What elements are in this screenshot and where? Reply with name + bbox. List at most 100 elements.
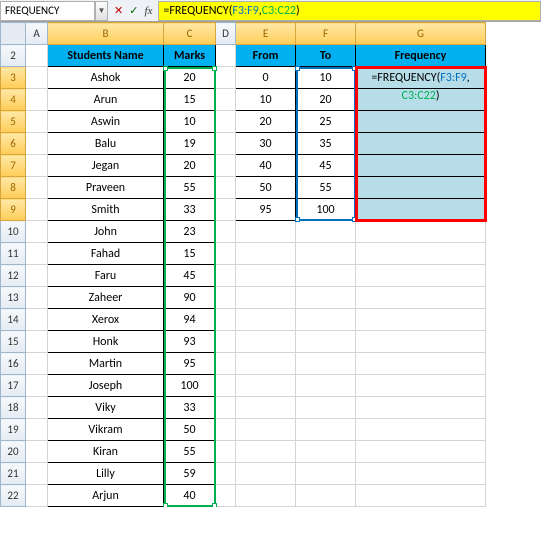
cell-E8[interactable]: 50 <box>236 177 296 199</box>
cell-F11[interactable] <box>296 243 356 265</box>
cell-D16[interactable] <box>216 353 236 375</box>
cell-D10[interactable] <box>216 221 236 243</box>
cell-D4[interactable] <box>216 89 236 111</box>
cell-E14[interactable] <box>236 309 296 331</box>
cell-E4[interactable]: 10 <box>236 89 296 111</box>
cell-D7[interactable] <box>216 155 236 177</box>
cell-E17[interactable] <box>236 375 296 397</box>
cell-A16[interactable] <box>26 353 48 375</box>
row-header-4[interactable]: 4 <box>1 89 26 111</box>
row-header-16[interactable]: 16 <box>1 353 26 375</box>
cell-E10[interactable] <box>236 221 296 243</box>
cell-C10[interactable]: 23 <box>164 221 216 243</box>
cell-A18[interactable] <box>26 397 48 419</box>
cell-E12[interactable] <box>236 265 296 287</box>
cell-G20[interactable] <box>356 441 486 463</box>
cell-D19[interactable] <box>216 419 236 441</box>
cell-E21[interactable] <box>236 463 296 485</box>
cell-A22[interactable] <box>26 485 48 507</box>
cell-F17[interactable] <box>296 375 356 397</box>
cell-G10[interactable] <box>356 221 486 243</box>
cell-B16[interactable]: Martin <box>48 353 164 375</box>
cell-E5[interactable]: 20 <box>236 111 296 133</box>
cell-B3[interactable]: Ashok <box>48 67 164 89</box>
cell-B8[interactable]: Praveen <box>48 177 164 199</box>
cell-C6[interactable]: 19 <box>164 133 216 155</box>
cell-C14[interactable]: 94 <box>164 309 216 331</box>
cell-G2[interactable]: Frequency <box>356 45 486 67</box>
select-all-corner[interactable] <box>1 23 26 45</box>
cell-F12[interactable] <box>296 265 356 287</box>
row-header-19[interactable]: 19 <box>1 419 26 441</box>
cell-G8[interactable] <box>356 177 486 199</box>
row-header-20[interactable]: 20 <box>1 441 26 463</box>
cell-A11[interactable] <box>26 243 48 265</box>
cell-E7[interactable]: 40 <box>236 155 296 177</box>
cell-F15[interactable] <box>296 331 356 353</box>
cell-G16[interactable] <box>356 353 486 375</box>
cell-A7[interactable] <box>26 155 48 177</box>
cell-E2[interactable]: From <box>236 45 296 67</box>
cell-F19[interactable] <box>296 419 356 441</box>
row-header-22[interactable]: 22 <box>1 485 26 507</box>
enter-icon[interactable]: ✓ <box>129 4 138 17</box>
row-header-3[interactable]: 3 <box>1 67 26 89</box>
cell-C22[interactable]: 40 <box>164 485 216 507</box>
cell-C11[interactable]: 15 <box>164 243 216 265</box>
row-header-2[interactable]: 2 <box>1 45 26 67</box>
cell-A6[interactable] <box>26 133 48 155</box>
cell-G19[interactable] <box>356 419 486 441</box>
cell-D17[interactable] <box>216 375 236 397</box>
cell-C20[interactable]: 55 <box>164 441 216 463</box>
cell-D21[interactable] <box>216 463 236 485</box>
cell-G12[interactable] <box>356 265 486 287</box>
name-box[interactable]: FREQUENCY <box>0 1 95 21</box>
cell-F22[interactable] <box>296 485 356 507</box>
cell-C19[interactable]: 50 <box>164 419 216 441</box>
cell-C4[interactable]: 15 <box>164 89 216 111</box>
cell-F2[interactable]: To <box>296 45 356 67</box>
cell-D13[interactable] <box>216 287 236 309</box>
row-header-12[interactable]: 12 <box>1 265 26 287</box>
cell-E13[interactable] <box>236 287 296 309</box>
cell-F6[interactable]: 35 <box>296 133 356 155</box>
cell-E20[interactable] <box>236 441 296 463</box>
col-header-E[interactable]: E <box>236 23 296 45</box>
cell-F13[interactable] <box>296 287 356 309</box>
cell-C9[interactable]: 33 <box>164 199 216 221</box>
row-header-21[interactable]: 21 <box>1 463 26 485</box>
cell-C21[interactable]: 59 <box>164 463 216 485</box>
cell-E9[interactable]: 95 <box>236 199 296 221</box>
cell-D2[interactable] <box>216 45 236 67</box>
row-header-14[interactable]: 14 <box>1 309 26 331</box>
cell-A12[interactable] <box>26 265 48 287</box>
cell-B6[interactable]: Balu <box>48 133 164 155</box>
cell-D15[interactable] <box>216 331 236 353</box>
cell-B21[interactable]: Lilly <box>48 463 164 485</box>
cell-G9[interactable] <box>356 199 486 221</box>
cell-B17[interactable]: Joseph <box>48 375 164 397</box>
cell-A8[interactable] <box>26 177 48 199</box>
cell-E11[interactable] <box>236 243 296 265</box>
cell-A13[interactable] <box>26 287 48 309</box>
cell-C17[interactable]: 100 <box>164 375 216 397</box>
cell-A19[interactable] <box>26 419 48 441</box>
cell-C16[interactable]: 95 <box>164 353 216 375</box>
col-header-C[interactable]: C <box>164 23 216 45</box>
cell-B22[interactable]: Arjun <box>48 485 164 507</box>
row-header-7[interactable]: 7 <box>1 155 26 177</box>
cell-B10[interactable]: John <box>48 221 164 243</box>
cell-F10[interactable] <box>296 221 356 243</box>
cell-F21[interactable] <box>296 463 356 485</box>
cell-B12[interactable]: Faru <box>48 265 164 287</box>
cell-F14[interactable] <box>296 309 356 331</box>
cell-F4[interactable]: 20 <box>296 89 356 111</box>
cell-E6[interactable]: 30 <box>236 133 296 155</box>
cell-A15[interactable] <box>26 331 48 353</box>
cell-G7[interactable] <box>356 155 486 177</box>
cell-C3[interactable]: 20 <box>164 67 216 89</box>
row-header-18[interactable]: 18 <box>1 397 26 419</box>
cell-A9[interactable] <box>26 199 48 221</box>
cell-C18[interactable]: 33 <box>164 397 216 419</box>
cell-B20[interactable]: Kiran <box>48 441 164 463</box>
